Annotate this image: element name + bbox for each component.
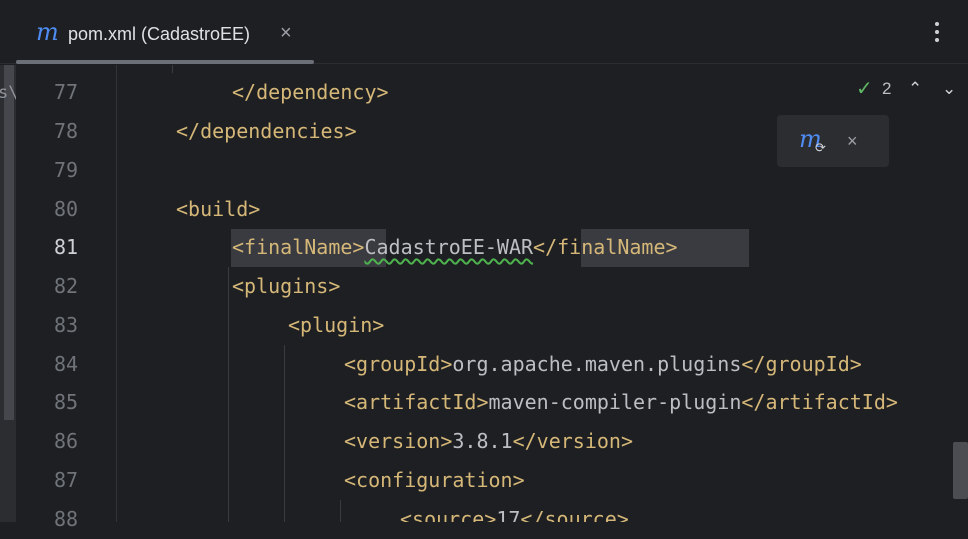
xml-text-value: 17 [496, 507, 521, 522]
xml-text-value: 3.8.1 [452, 429, 513, 453]
xml-tag: </version> [512, 429, 634, 453]
chevron-up-icon[interactable]: ⌃ [908, 78, 922, 100]
close-icon[interactable]: × [847, 130, 858, 152]
left-panel-edge: s\ [0, 65, 18, 522]
xml-tag: </artifactId> [741, 390, 898, 414]
xml-tag: </groupId> [741, 352, 862, 376]
xml-text-value: maven-compiler-plugin [488, 390, 742, 414]
xml-tag: <artifactId> [344, 390, 489, 414]
xml-tag: </source> [520, 507, 629, 522]
line-number-gutter: 77 78 79 80 81 82 83 84 85 86 87 88 [16, 65, 116, 531]
line-number: 88 [53, 507, 79, 531]
line-number: 78 [53, 119, 79, 143]
xml-tag: <source> [400, 507, 497, 522]
line-number: 80 [53, 197, 79, 221]
chevron-down-icon[interactable]: ⌄ [942, 78, 956, 100]
line-number: 79 [53, 158, 79, 182]
indent-guide [172, 65, 173, 73]
line-number: 84 [53, 352, 79, 376]
left-panel-scrollbar[interactable] [4, 65, 14, 420]
maven-m-icon: m [36, 18, 59, 46]
reload-icon[interactable]: ⟳ [815, 141, 826, 154]
editor-scrollbar-thumb[interactable] [953, 442, 968, 499]
active-tab-indicator [16, 60, 314, 64]
line-number: 86 [53, 429, 79, 453]
line-number-current: 81 [53, 235, 79, 259]
editor-tab-bar: m pom.xml (CadastroEE) × [0, 0, 968, 64]
xml-tag: <groupId> [344, 352, 453, 376]
line-number: 85 [53, 390, 79, 414]
xml-text-value: org.apache.maven.plugins [452, 352, 742, 376]
tab-pom-xml[interactable]: m pom.xml (CadastroEE) × [16, 0, 314, 64]
xml-tag: </dependency> [232, 80, 389, 104]
xml-tag: </finalName> [533, 235, 678, 259]
close-icon[interactable]: × [280, 22, 292, 44]
inspection-count: 2 [882, 79, 892, 98]
tab-title: pom.xml (CadastroEE) [68, 24, 251, 44]
xml-tag: </dependencies> [176, 119, 357, 143]
check-icon: ✓ [856, 78, 873, 100]
xml-tag: <build> [176, 197, 261, 221]
inspection-widget[interactable]: ✓ 2 ⌃ ⌄ [856, 78, 966, 100]
xml-tag: <configuration> [344, 468, 525, 492]
line-number: 83 [53, 313, 79, 337]
xml-text-value: CadastroEE-WAR [364, 235, 534, 259]
xml-tag: <finalName> [232, 235, 365, 259]
xml-tag: <plugin> [288, 313, 385, 337]
maven-reload-popup: m ⟳ × [777, 115, 889, 167]
line-number: 77 [53, 80, 79, 104]
xml-tag: <plugins> [232, 274, 341, 298]
line-number: 82 [53, 274, 79, 298]
xml-tag: <version> [344, 429, 453, 453]
line-number: 87 [53, 468, 79, 492]
more-vertical-icon[interactable] [926, 20, 948, 46]
